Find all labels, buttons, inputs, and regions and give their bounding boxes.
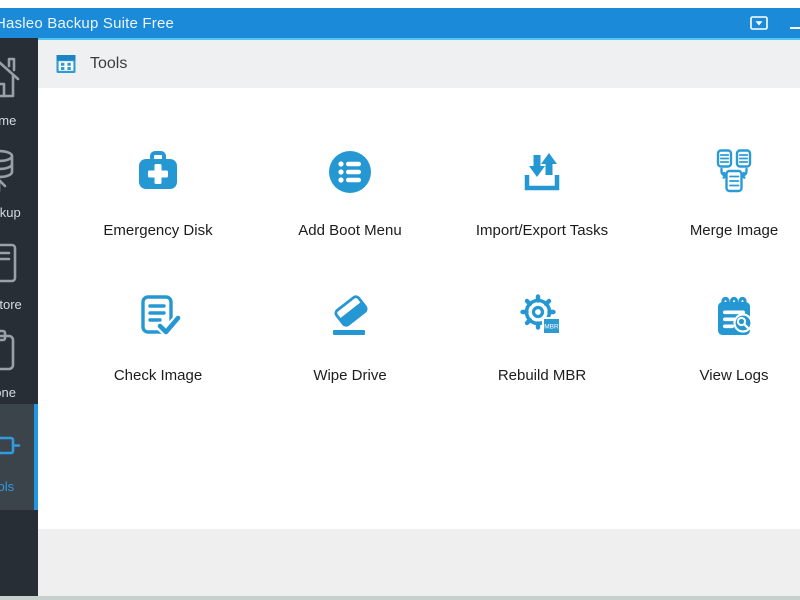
tool-label: View Logs: [699, 367, 769, 384]
page-header: Tools: [38, 40, 800, 88]
check-image-icon: [134, 293, 182, 341]
tools-panel: Emergency Disk Add Boot Menu Import/Expo…: [38, 88, 800, 529]
tool-label: Merge Image: [689, 222, 779, 239]
rebuild-mbr-gear-icon: MBR: [518, 293, 566, 341]
emergency-disk-icon: [134, 148, 182, 196]
merge-image-icon: [710, 148, 758, 196]
tool-label: Import/Export Tasks: [475, 222, 609, 239]
boot-menu-list-icon: [326, 148, 374, 196]
import-export-arrows-icon: [518, 148, 566, 196]
tool-wipe-drive[interactable]: Wipe Drive: [254, 293, 446, 385]
tool-import-export-tasks[interactable]: Import/Export Tasks: [446, 148, 638, 240]
clone-icon: [0, 325, 25, 377]
sidebar-item-backup[interactable]: Backup: [0, 136, 38, 228]
backup-icon: [0, 145, 25, 197]
sidebar-item-label: Clone: [0, 384, 16, 400]
tool-rebuild-mbr[interactable]: MBR Rebuild MBR: [446, 293, 638, 385]
tools-page-icon: [56, 54, 76, 74]
tools-icon: [0, 421, 24, 471]
tool-add-boot-menu[interactable]: Add Boot Menu: [254, 148, 446, 240]
sidebar-item-tools[interactable]: Tools: [0, 404, 38, 510]
page-title: Tools: [90, 55, 128, 72]
titlebar: Hasleo Backup Suite Free: [0, 8, 800, 38]
view-logs-notepad-icon: [710, 293, 758, 341]
hide-to-tray-icon[interactable]: [750, 16, 768, 30]
sidebar-item-label: Restore: [0, 296, 22, 312]
tools-grid: Emergency Disk Add Boot Menu Import/Expo…: [38, 88, 800, 385]
window-title: Hasleo Backup Suite Free: [0, 14, 175, 32]
mbr-badge-text: MBR: [544, 324, 559, 331]
sidebar-item-label: Home: [0, 112, 17, 128]
tool-label: Rebuild MBR: [497, 367, 587, 384]
minimize-icon[interactable]: [790, 27, 800, 29]
sidebar-item-clone[interactable]: Clone: [0, 320, 38, 404]
restore-icon: [0, 237, 25, 289]
tool-label: Emergency Disk: [103, 222, 213, 239]
tool-view-logs[interactable]: View Logs: [638, 293, 800, 385]
tool-label: Check Image: [113, 367, 203, 384]
sidebar-item-label: Tools: [0, 478, 15, 494]
tool-emergency-disk[interactable]: Emergency Disk: [62, 148, 254, 240]
tool-check-image[interactable]: Check Image: [62, 293, 254, 385]
sidebar: Home Backup: [0, 38, 38, 596]
sidebar-item-label: Backup: [0, 204, 21, 220]
tool-label: Wipe Drive: [313, 367, 387, 384]
sidebar-item-home[interactable]: Home: [0, 44, 38, 136]
tool-label: Add Boot Menu: [298, 222, 402, 239]
tool-merge-image[interactable]: Merge Image: [638, 148, 800, 240]
window-bottom-edge: [0, 596, 800, 600]
footer-area: [38, 529, 800, 596]
home-icon: [0, 53, 25, 105]
eraser-icon: [326, 293, 374, 341]
sidebar-item-restore[interactable]: Restore: [0, 228, 38, 320]
